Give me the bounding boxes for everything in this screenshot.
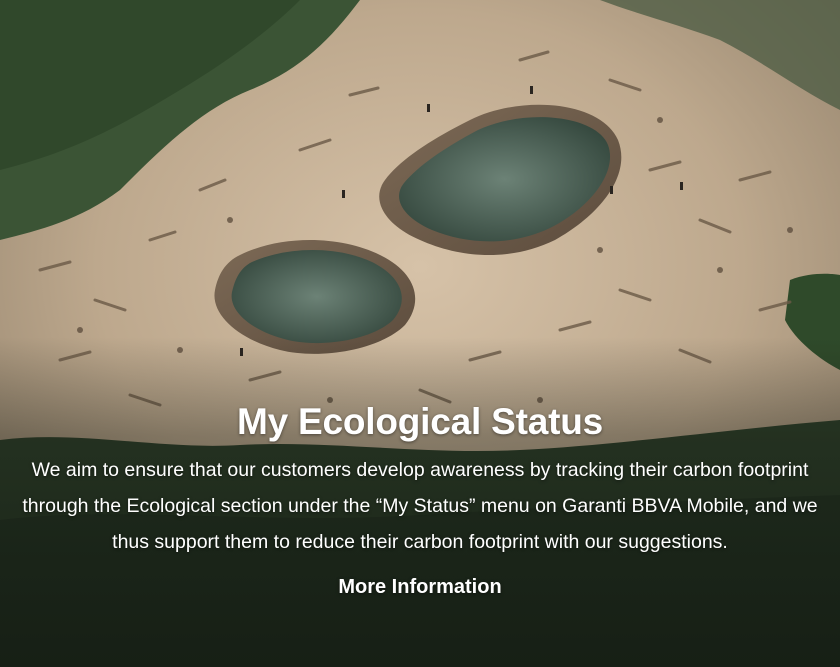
hero-title: My Ecological Status: [236, 401, 604, 442]
more-information-link[interactable]: More Information: [338, 576, 501, 599]
hero-description: We aim to ensure that our customers deve…: [22, 459, 818, 553]
hero-banner: My Ecological Status We aim to ensure th…: [0, 0, 840, 667]
hero-content: My Ecological Status We aim to ensure th…: [0, 398, 840, 599]
